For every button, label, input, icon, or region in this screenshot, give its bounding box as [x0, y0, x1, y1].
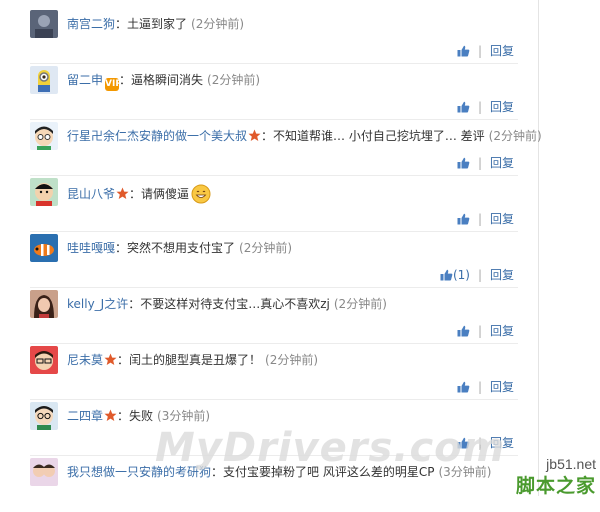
avatar[interactable]	[30, 178, 58, 206]
comment-actions: | 回复	[457, 378, 514, 396]
comment-item: 南宫二狗：土逼到家了 (2分钟前) | 回复	[30, 8, 518, 64]
avatar[interactable]	[30, 346, 58, 374]
mydrivers-watermark: MyDrivers.com	[155, 425, 506, 471]
colon: ：	[117, 353, 130, 367]
thumbs-up-icon[interactable]	[457, 101, 470, 116]
thumbs-up-icon[interactable]	[457, 381, 470, 396]
comment-text: 不知道帮谁… 小付自己挖坑埋了… 差评	[273, 129, 485, 143]
comment-time: (2分钟前)	[333, 297, 387, 311]
reply-button[interactable]: 回复	[490, 268, 514, 282]
star-badge-icon	[104, 409, 117, 426]
colon: ：	[129, 187, 142, 201]
avatar[interactable]	[30, 234, 58, 262]
comment-actions: | 回复	[457, 322, 514, 340]
comment-text: 逼格瞬间消失	[131, 73, 204, 87]
comment-actions: | 回复	[457, 154, 514, 172]
comment-text: 土逼到家了	[127, 17, 188, 31]
reply-button[interactable]: 回复	[490, 324, 514, 338]
comment-time: (2分钟前)	[191, 17, 245, 31]
action-separator: |	[477, 268, 482, 282]
comment-username[interactable]: kelly_J之许	[67, 297, 128, 311]
avatar[interactable]	[30, 458, 58, 486]
colon: ：	[115, 17, 128, 31]
like-count: (1)	[452, 268, 470, 282]
comment-actions: (1) | 回复	[440, 266, 514, 284]
reply-button[interactable]: 回复	[490, 156, 514, 170]
comment-item: 留二申 VIP：逼格瞬间消失 (2分钟前) | 回复	[30, 64, 518, 120]
vip-badge-icon: VIP	[105, 78, 122, 91]
comment-username[interactable]: 行星卍余仁杰安静的做一个美大叔	[67, 129, 247, 143]
comment-text: 请俩傻逼	[141, 187, 190, 201]
colon: ：	[117, 409, 130, 423]
reply-button[interactable]: 回复	[490, 380, 514, 394]
star-badge-icon	[104, 353, 117, 370]
avatar[interactable]	[30, 122, 58, 150]
comment-actions: | 回复	[457, 98, 514, 116]
comment-actions: | 回复	[457, 210, 514, 228]
action-separator: |	[477, 156, 482, 170]
comment-username[interactable]: 哇哇嘎嘎	[67, 241, 115, 255]
colon: ：	[115, 241, 128, 255]
action-separator: |	[477, 44, 482, 58]
comment-item: 行星卍余仁杰安静的做一个美大叔 ：不知道帮谁… 小付自己挖坑埋了… 差评 (2分钟前…	[30, 120, 542, 176]
reply-button[interactable]: 回复	[490, 44, 514, 58]
reply-button[interactable]: 回复	[490, 212, 514, 226]
comment-time: (2分钟前)	[207, 73, 261, 87]
colon: ：	[261, 129, 274, 143]
comment-actions: | 回复	[457, 42, 514, 60]
thumbs-up-icon[interactable]	[457, 325, 470, 340]
comment-text: 失败	[129, 409, 154, 423]
jb51-brand-watermark: jb51.net 脚本之家	[475, 456, 600, 497]
avatar[interactable]	[30, 10, 58, 38]
comment-username[interactable]: 昆山八爷	[67, 187, 115, 201]
comment-time: (3分钟前)	[157, 409, 211, 423]
thumbs-up-icon[interactable]	[457, 213, 470, 228]
comment-item: 哇哇嘎嘎：突然不想用支付宝了 (2分钟前) (1) | 回复	[30, 232, 518, 288]
comment-time: (2分钟前)	[488, 129, 542, 143]
avatar[interactable]	[30, 402, 58, 430]
thumbs-up-icon[interactable]	[457, 157, 470, 172]
avatar[interactable]	[30, 66, 58, 94]
brand-site: jb51.net	[546, 456, 596, 472]
comment-text: 突然不想用支付宝了	[127, 241, 236, 255]
action-separator: |	[477, 324, 482, 338]
brand-name: 脚本之家	[515, 475, 596, 497]
grinning-face-icon	[191, 184, 211, 208]
action-separator: |	[477, 100, 482, 114]
comment-username[interactable]: 尼未莫	[67, 353, 103, 367]
action-separator: |	[477, 212, 482, 226]
comment-item: kelly_J之许：不要这样对待支付宝…真心不喜欢zj (2分钟前) | 回复	[30, 288, 518, 344]
avatar[interactable]	[30, 290, 58, 318]
reply-button[interactable]: 回复	[490, 100, 514, 114]
comment-username[interactable]: 南宫二狗	[67, 17, 115, 31]
thumbs-up-icon[interactable]	[457, 45, 470, 60]
comment-time: (2分钟前)	[239, 241, 293, 255]
comment-username[interactable]: 二四章	[67, 409, 103, 423]
colon: ：	[128, 297, 141, 311]
star-badge-icon	[116, 187, 129, 204]
comment-text: 闰土的腿型真是丑爆了！	[129, 353, 262, 367]
thumbs-up-icon[interactable]	[440, 269, 453, 284]
right-border	[538, 0, 539, 496]
comment-item: 尼未莫 ：闰土的腿型真是丑爆了！ (2分钟前) | 回复	[30, 344, 518, 400]
comment-time: (2分钟前)	[265, 353, 319, 367]
comment-text: 不要这样对待支付宝…真心不喜欢zj	[140, 297, 330, 311]
colon: ：	[119, 73, 132, 87]
comment-username[interactable]: 留二申	[67, 73, 103, 87]
star-badge-icon	[248, 129, 261, 146]
comment-item: 昆山八爷 ：请俩傻逼 | 回复	[30, 176, 518, 232]
action-separator: |	[477, 380, 482, 394]
